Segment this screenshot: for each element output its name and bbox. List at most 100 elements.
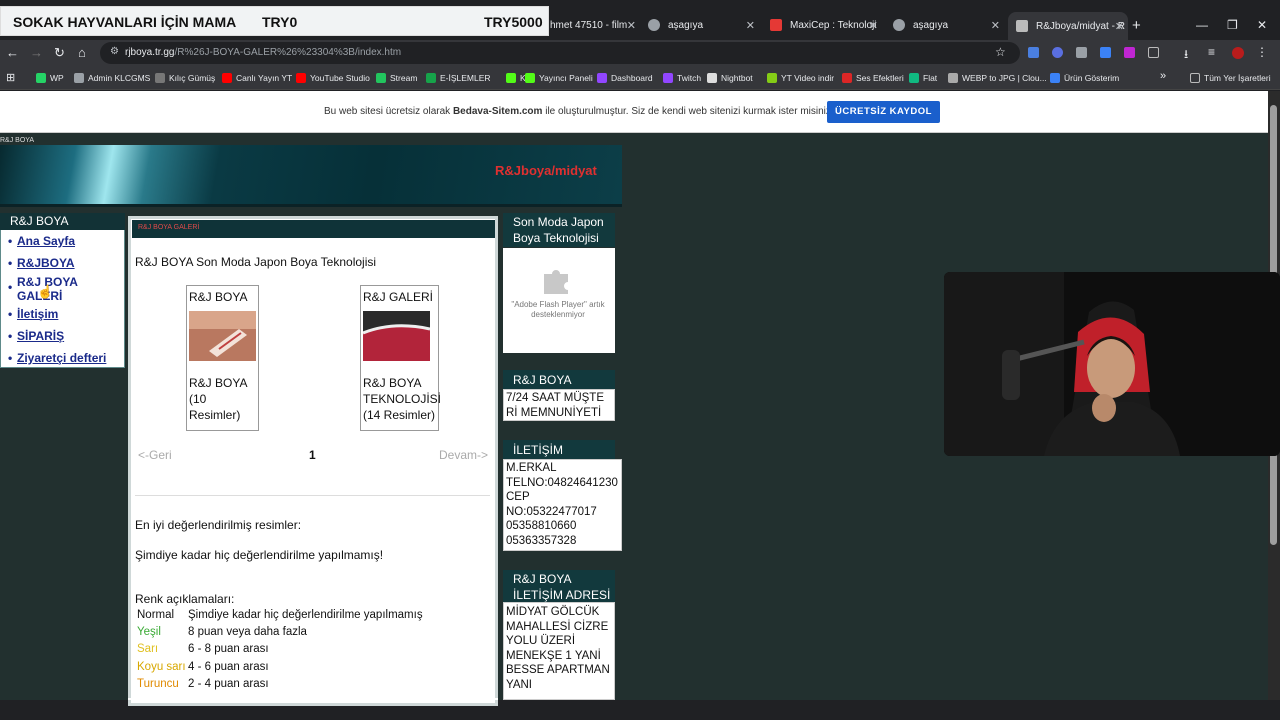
pager-prev[interactable]: <-Geri xyxy=(138,448,172,462)
text-line: 05363357328 xyxy=(506,534,577,547)
bookmark-item[interactable]: Ürün Gösterim xyxy=(1050,73,1119,83)
category-title: R&J BOYA xyxy=(189,290,248,304)
url-host: rjboya.tr.gg xyxy=(125,47,175,58)
bookmark-label: Canlı Yayın YT xyxy=(236,73,293,83)
bookmark-favicon-icon xyxy=(767,73,777,83)
sidebar-item-rjboya[interactable]: • R&JBOYA xyxy=(8,256,75,270)
text-line: NO:05322477017 xyxy=(506,505,597,518)
browser-tab-active[interactable]: R&Jboya/midyat - R ✕ xyxy=(1008,12,1128,40)
category-thumbnail[interactable] xyxy=(362,311,431,361)
site-info-icon[interactable]: ⚙ xyxy=(110,46,119,57)
bookmark-item[interactable]: E-İŞLEMLER xyxy=(426,73,491,83)
new-tab-button[interactable]: + xyxy=(1132,14,1152,36)
translate-icon[interactable] xyxy=(1028,47,1039,58)
address-text: MİDYAT GÖLCÜK MAHALLESİ CİZRE YOLU ÜZERİ… xyxy=(506,605,610,693)
legend-color-name: Turuncu xyxy=(137,678,179,690)
text-line: CEP xyxy=(506,491,530,504)
close-icon[interactable]: ✕ xyxy=(627,19,636,32)
pager-page[interactable]: 1 xyxy=(309,448,316,462)
reload-icon[interactable]: ↻ xyxy=(54,45,65,61)
bookmark-favicon-icon xyxy=(842,73,852,83)
back-icon[interactable]: ← xyxy=(6,45,19,60)
category-thumbnail[interactable] xyxy=(189,311,256,361)
gallery-category[interactable]: R&J BOYA R&J BOYA (10 Resimler) xyxy=(186,285,259,431)
forward-icon[interactable]: → xyxy=(30,45,43,60)
bookmark-label: WP xyxy=(50,73,64,83)
puzzle-icon xyxy=(544,270,568,294)
bookmark-item[interactable]: Yayıncı Paneli xyxy=(525,73,593,83)
signup-button[interactable]: ÜCRETSİZ KAYDOL xyxy=(827,101,940,123)
category-caption: R&J BOYA TEKNOLOJİSİ (14 Resimler) xyxy=(363,376,442,422)
chevron-more-icon[interactable]: » xyxy=(1160,70,1166,82)
site-label: R&J BOYA xyxy=(0,137,35,144)
gallery-category[interactable]: R&J GALERİ R&J BOYA TEKNOLOJİSİ (14 Resi… xyxy=(360,285,442,431)
right-box-text: 7/24 SAAT MÜŞTE Rİ MEMNUNİYETİ xyxy=(506,391,604,420)
bookmark-item[interactable]: Twitch xyxy=(663,73,701,83)
bookmark-item[interactable]: K xyxy=(506,73,526,83)
extension-icon[interactable] xyxy=(1052,47,1063,58)
bookmark-item[interactable]: Dashboard xyxy=(597,73,653,83)
bookmark-item[interactable]: Flat xyxy=(909,73,937,83)
gallery-heading: R&J BOYA Son Moda Japon Boya Teknolojisi xyxy=(135,255,377,269)
sidebar-item-home[interactable]: • Ana Sayfa xyxy=(8,234,75,248)
maximize-icon[interactable]: ❐ xyxy=(1227,18,1238,32)
browser-tab[interactable]: MaxiCep : Teknoloji ✕ xyxy=(762,14,878,36)
bookmark-item[interactable]: WEBP to JPG | Clou... xyxy=(948,73,1047,83)
close-window-icon[interactable]: ✕ xyxy=(1257,18,1267,32)
browser-tab[interactable]: aşagıya ✕ xyxy=(640,14,755,36)
pager-next[interactable]: Devam-> xyxy=(439,448,488,462)
sidebar-item-order[interactable]: • SİPARİŞ xyxy=(8,329,64,343)
url-path: /R%26J-BOYA-GALER%26%23304%3B/index.htm xyxy=(174,47,402,58)
no-rating-text: Şimdiye kadar hiç değerlendirilme yapılm… xyxy=(135,548,384,562)
apps-icon[interactable]: ⊞ xyxy=(6,71,15,84)
bookmark-item[interactable]: Stream xyxy=(376,73,417,83)
text-line: YOLU ÜZERİ xyxy=(506,635,576,648)
browser-tab[interactable]: aşagıya ✕ xyxy=(885,14,1000,36)
text-line: YANI xyxy=(506,678,532,691)
tab-title: MaxiCep : Teknoloji xyxy=(790,19,877,31)
bookmark-star-icon[interactable]: ☆ xyxy=(995,45,1006,59)
right-promo-title: Son Moda Japon Boya Teknolojisi xyxy=(503,213,615,247)
bookmark-favicon-icon xyxy=(222,73,232,83)
bookmark-item[interactable]: Nightbot xyxy=(707,73,753,83)
bookmark-item[interactable]: WP xyxy=(36,73,64,83)
close-icon[interactable]: ✕ xyxy=(869,19,878,32)
bookmark-label: YT Video indir xyxy=(781,73,835,83)
media-icon[interactable]: ≡ xyxy=(1208,45,1215,59)
bookmark-item[interactable]: Ses Efektleri xyxy=(842,73,904,83)
bookmark-item[interactable]: YT Video indir xyxy=(767,73,834,83)
legend-description: Şimdiye kadar hiç değerlendirilme yapılm… xyxy=(188,609,423,621)
close-icon[interactable]: ✕ xyxy=(1115,20,1124,33)
bookmark-favicon-icon xyxy=(36,73,46,83)
menu-icon[interactable]: ⋮ xyxy=(1256,45,1268,59)
promo-brand[interactable]: Bedava-Sitem.com xyxy=(453,106,542,117)
text-line: MAHALLESİ CİZRE xyxy=(506,620,609,633)
download-ext-icon[interactable] xyxy=(1100,47,1111,58)
legend-color-name: Normal xyxy=(137,609,175,621)
url-text[interactable]: rjboya.tr.gg/R%26J-BOYA-GALER%26%23304%3… xyxy=(125,47,401,58)
bookmark-item[interactable]: Kılıç Gümüş xyxy=(155,73,215,83)
profile-avatar[interactable] xyxy=(1232,47,1244,59)
legend-color-name: Yeşil xyxy=(137,626,161,638)
extension-icon[interactable] xyxy=(1124,47,1135,58)
sidebar-item-guestbook[interactable]: • Ziyaretçi defteri xyxy=(8,351,106,365)
bookmark-item[interactable]: Canlı Yayın YT xyxy=(222,73,292,83)
downloads-icon[interactable]: ⭳ xyxy=(1184,45,1188,66)
webcam-overlay xyxy=(944,272,1280,456)
minimize-icon[interactable]: — xyxy=(1196,18,1208,32)
puzzle-icon[interactable] xyxy=(1148,47,1159,58)
content-cutoff xyxy=(128,698,498,700)
bookmark-favicon-icon xyxy=(663,73,673,83)
close-icon[interactable]: ✕ xyxy=(991,19,1000,32)
sidebar-item-label: R&J BOYA GALERİ xyxy=(17,275,78,303)
camera-icon[interactable] xyxy=(1076,47,1087,58)
all-bookmarks[interactable]: Tüm Yer İşaretleri xyxy=(1190,73,1271,83)
close-icon[interactable]: ✕ xyxy=(746,19,755,32)
bookmark-item[interactable]: Admin KLCGMS xyxy=(74,73,150,83)
bookmark-item[interactable]: YouTube Studio xyxy=(296,73,370,83)
legend-description: 8 puan veya daha fazla xyxy=(188,626,307,638)
home-icon[interactable]: ⌂ xyxy=(78,45,86,60)
browser-tab[interactable]: hmet 47510 - film ✕ xyxy=(540,14,636,36)
text-line: 7/24 SAAT MÜŞTE xyxy=(506,392,604,404)
sidebar-item-contact[interactable]: • İletişim xyxy=(8,307,58,321)
